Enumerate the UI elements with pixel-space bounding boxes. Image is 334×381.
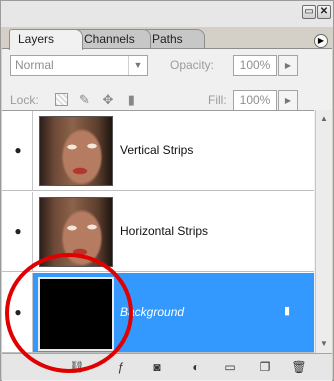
eye-icon: ●	[14, 143, 22, 157]
link-layers-icon[interactable]: ⛓	[69, 359, 85, 375]
scroll-up-arrow-icon[interactable]: ▲	[316, 112, 332, 126]
tab-label: Channels	[84, 32, 135, 46]
adjustment-layer-icon[interactable]: ◐	[188, 359, 204, 375]
lock-label: Lock:	[10, 93, 39, 107]
tab-channels[interactable]: Channels	[75, 29, 151, 49]
opacity-slider-button[interactable]: ▶	[278, 55, 298, 76]
tab-label: Layers	[18, 32, 55, 46]
new-group-icon[interactable]: ▭	[222, 359, 238, 375]
new-layer-icon[interactable]: ❐	[257, 359, 273, 375]
fill-label: Fill:	[208, 93, 227, 107]
lock-image-brush-icon[interactable]: ✎	[77, 92, 91, 107]
opacity-field[interactable]: 100%	[233, 55, 277, 76]
blend-mode-dropdown[interactable]: Normal ▼	[10, 55, 148, 76]
fill-slider-button[interactable]: ▶	[278, 90, 298, 111]
layer-row-background[interactable]: ● Background ▮	[2, 273, 314, 353]
fill-field[interactable]: 100%	[233, 90, 277, 111]
add-mask-icon[interactable]: ◙	[149, 359, 165, 375]
layer-thumbnail	[39, 116, 113, 186]
visibility-toggle[interactable]: ●	[2, 111, 33, 190]
layers-bottom-toolbar: ⛓ ƒ ◙ ◐ ▭ ❐ 🗑	[2, 353, 332, 380]
minimize-button[interactable]: ▭	[302, 5, 316, 19]
eye-icon: ●	[14, 224, 22, 238]
lock-transparent-icon[interactable]	[55, 93, 68, 107]
lock-all-icon[interactable]: ▮	[124, 92, 138, 107]
layers-panel: ▭ ✕ Paths Channels Layers ▶ Normal ▼ Opa…	[0, 0, 334, 381]
scroll-down-arrow-icon[interactable]: ▼	[316, 337, 332, 351]
layer-row-vertical-strips[interactable]: ● Vertical Strips	[2, 111, 314, 191]
visibility-toggle[interactable]: ●	[2, 192, 33, 271]
layer-name[interactable]: Vertical Strips	[120, 141, 193, 159]
blend-mode-value: Normal	[15, 58, 54, 72]
lock-icon: ▮	[283, 305, 291, 317]
layer-style-icon[interactable]: ƒ	[113, 359, 129, 375]
tab-paths[interactable]: Paths	[143, 29, 205, 49]
tab-layers[interactable]: Layers	[9, 29, 83, 50]
layer-row-horizontal-strips[interactable]: ● Horizontal Strips	[2, 192, 314, 272]
panel-menu-button[interactable]: ▶	[314, 34, 328, 48]
layer-name[interactable]: Horizontal Strips	[120, 222, 208, 240]
layer-list: ● Vertical Strips ● Horizontal Strips ● …	[2, 110, 314, 354]
layer-thumbnail	[39, 197, 113, 267]
chevron-down-icon: ▼	[128, 56, 147, 75]
tab-label: Paths	[152, 32, 183, 46]
visibility-toggle[interactable]: ●	[2, 273, 33, 352]
lock-position-move-icon[interactable]: ✥	[101, 92, 115, 107]
close-button[interactable]: ✕	[317, 5, 331, 19]
delete-layer-icon[interactable]: 🗑	[291, 359, 307, 375]
panel-tabs: Paths Channels Layers ▶	[1, 23, 333, 50]
layer-name[interactable]: Background	[120, 303, 184, 321]
layer-list-scrollbar[interactable]: ▲ ▼	[315, 110, 332, 353]
layer-thumbnail	[38, 277, 114, 351]
opacity-label: Opacity:	[170, 58, 215, 72]
lock-options: ✎ ✥ ▮	[55, 91, 143, 111]
eye-icon: ●	[14, 305, 22, 319]
blend-opacity-row: Normal ▼ Opacity: 100% ▶	[2, 52, 332, 80]
